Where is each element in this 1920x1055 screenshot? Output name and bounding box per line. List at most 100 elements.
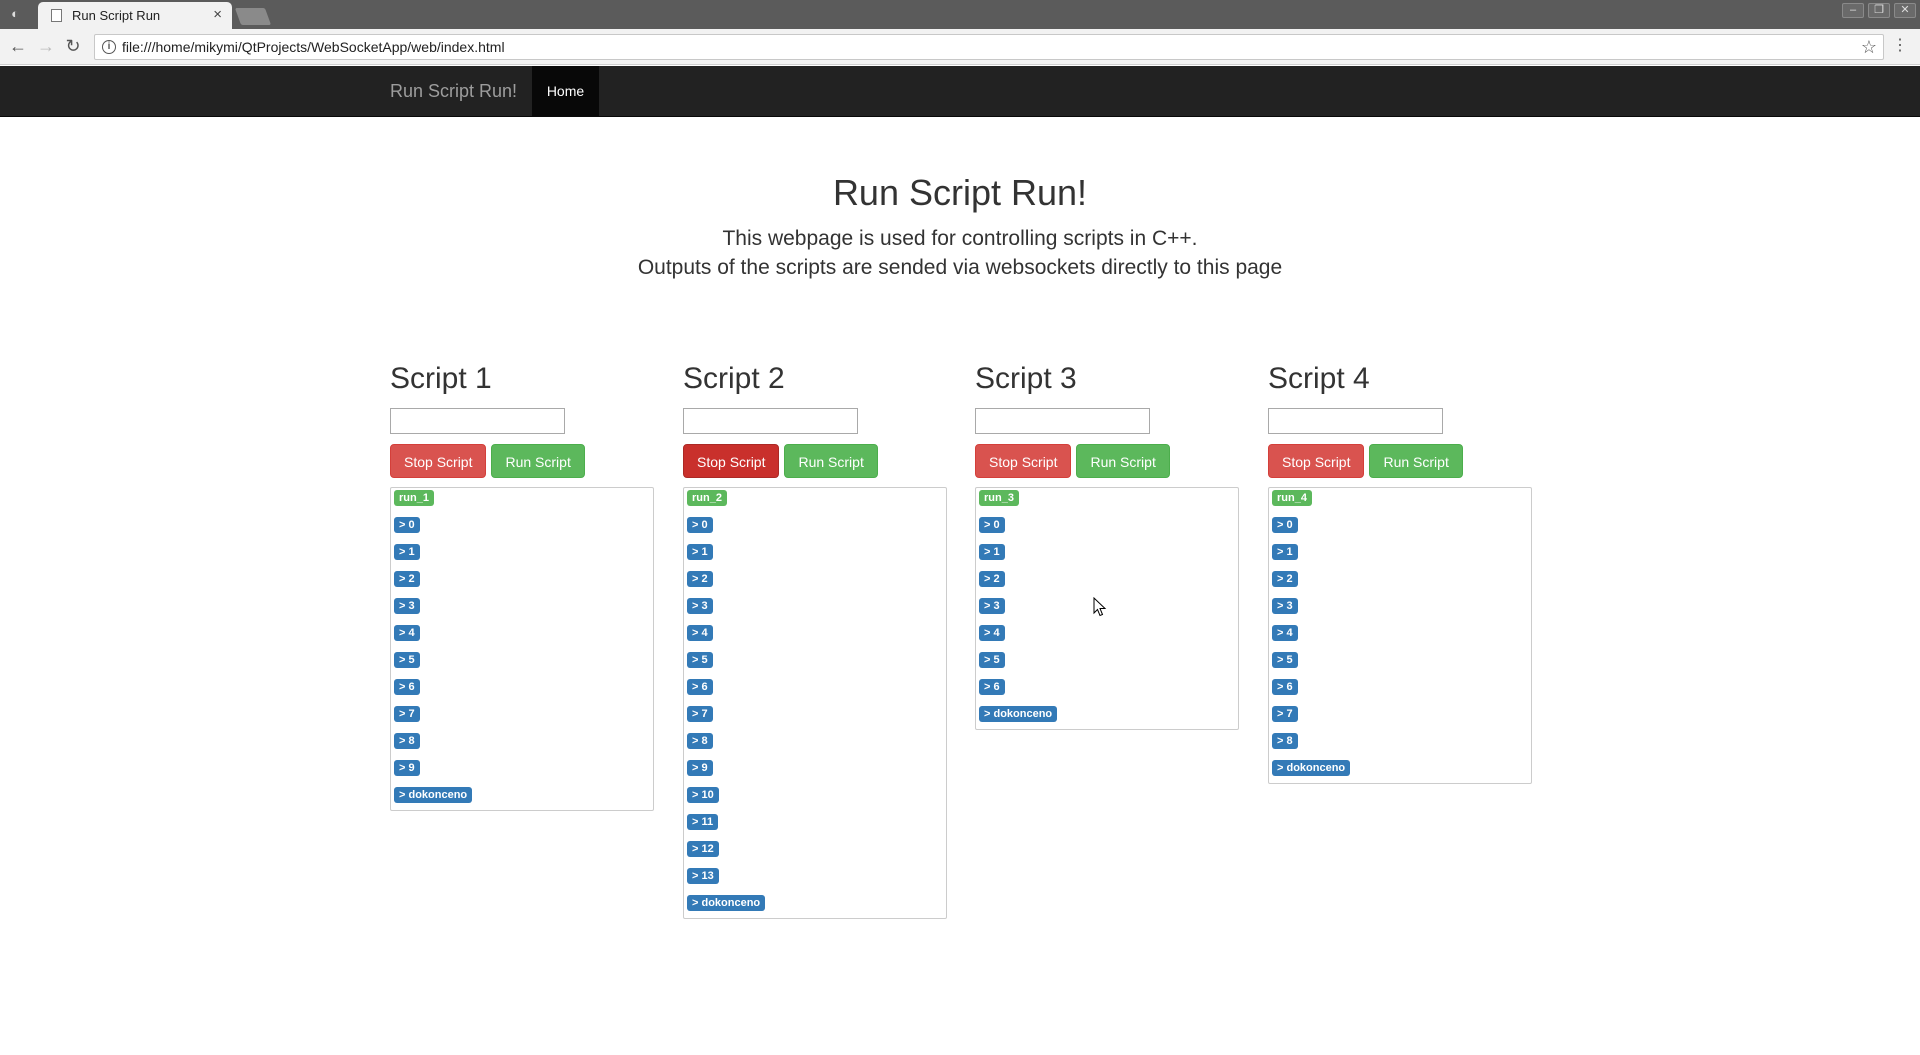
output-line-label: > 0 [979,517,1005,533]
tab-title: Run Script Run [72,8,161,23]
script-output-log: run_1 > 0 > 1 > 2 > 3 > 4 > 5 > 6 > 7 > 8 > 9 > dok… [390,487,654,811]
output-line-label: > dokonceno [394,787,473,803]
output-line-label: > 3 [687,598,713,614]
browser-menu-icon[interactable]: ⋮ [1892,36,1908,56]
script-arguments-input[interactable] [1268,408,1443,434]
output-line-label: > 2 [1272,571,1298,587]
page-description-line-1: This webpage is used for controlling scr… [722,227,1198,250]
output-line-label: > dokonceno [1272,760,1351,776]
forward-arrow-icon[interactable]: → [36,36,56,56]
script-buttons: Stop Script Run Script [683,444,947,478]
output-line-label: > 1 [394,544,420,560]
output-line-label: > 6 [394,679,420,695]
output-line-label: > 5 [394,652,420,668]
script-output-log: run_4 > 0 > 1 > 2 > 3 > 4 > 5 > 6 > 7 > 8 > dokonc… [1268,487,1532,784]
window-controls: – ❐ ✕ [1842,3,1916,18]
output-line-label: > 1 [1272,544,1298,560]
output-line-label: > 4 [687,625,713,641]
output-line-label: > 1 [979,544,1005,560]
script-arguments-input[interactable] [975,408,1150,434]
output-line-label: > 4 [394,625,420,641]
new-tab-button[interactable] [234,8,272,25]
run-script-button[interactable]: Run Script [784,444,878,478]
script-panel-1: Script 1 Stop Script Run Script run_1 > 0… [390,360,654,811]
output-line-label: > 8 [1272,733,1298,749]
run-status-label: run_4 [1272,490,1312,506]
script-arguments-input[interactable] [390,408,565,434]
output-line-label: > 2 [979,571,1005,587]
browser-tab[interactable]: Run Script Run × [38,2,232,29]
script-panel-3: Script 3 Stop Script Run Script run_3 > 0… [975,360,1239,730]
navbar-brand[interactable]: Run Script Run! [390,81,517,102]
output-line-label: > 8 [687,733,713,749]
output-line-label: > dokonceno [687,895,766,911]
script-output-log: run_2 > 0 > 1 > 2 > 3 > 4 > 5 > 6 > 7 > 8 > 9 > 10 >… [683,487,947,919]
script-panel-2: Script 2 Stop Script Run Script run_2 > 0… [683,360,947,919]
url-text[interactable]: file:///home/mikymi/QtProjects/WebSocket… [122,39,505,55]
output-line-label: > 11 [687,814,719,830]
incognito-icon: ◐ [11,6,19,21]
stop-script-button[interactable]: Stop Script [683,444,780,478]
output-line-label: > 10 [687,787,719,803]
output-line-label: > 3 [979,598,1005,614]
script-buttons: Stop Script Run Script [975,444,1239,478]
stop-script-button[interactable]: Stop Script [975,444,1072,478]
output-line-label: > 3 [1272,598,1298,614]
script-buttons: Stop Script Run Script [390,444,654,478]
script-title: Script 1 [390,362,492,395]
output-line-label: > 1 [687,544,713,560]
browser-tabstrip: ◐ Run Script Run × – ❐ ✕ [0,0,1920,29]
info-icon[interactable]: i [102,40,116,54]
output-line-label: > 9 [687,760,713,776]
tab-close-icon[interactable]: × [213,6,222,23]
reload-icon[interactable]: ↻ [63,36,83,56]
bookmark-star-icon[interactable]: ☆ [1861,37,1877,58]
output-line-label: > 5 [979,652,1005,668]
output-line-label: > 6 [979,679,1005,695]
output-line-label: > 3 [394,598,420,614]
output-line-label: > 5 [687,652,713,668]
run-script-button[interactable]: Run Script [491,444,585,478]
stop-script-button[interactable]: Stop Script [1268,444,1365,478]
output-line-label: > 4 [979,625,1005,641]
top-navbar: Run Script Run! Home [0,66,1920,117]
stop-script-button[interactable]: Stop Script [390,444,487,478]
script-output-log: run_3 > 0 > 1 > 2 > 3 > 4 > 5 > 6 > dokonceno [975,487,1239,730]
output-line-label: > 6 [687,679,713,695]
output-line-label: > 0 [1272,517,1298,533]
browser-toolbar: ← → ↻ i file:///home/mikymi/QtProjects/W… [0,29,1920,65]
script-arguments-input[interactable] [683,408,858,434]
close-window-button[interactable]: ✕ [1894,3,1916,18]
address-bar[interactable]: i file:///home/mikymi/QtProjects/WebSock… [94,34,1884,60]
output-line-label: > 5 [1272,652,1298,668]
page-favicon-icon [51,9,62,22]
output-line-label: > 12 [687,841,719,857]
script-buttons: Stop Script Run Script [1268,444,1532,478]
run-status-label: run_2 [687,490,727,506]
script-title: Script 4 [1268,362,1370,395]
back-arrow-icon[interactable]: ← [8,36,28,56]
run-status-label: run_3 [979,490,1019,506]
script-title: Script 3 [975,362,1077,395]
output-line-label: > 0 [687,517,713,533]
run-script-button[interactable]: Run Script [1076,444,1170,478]
output-line-label: > 2 [687,571,713,587]
page-description-line-2: Outputs of the scripts are sended via we… [637,256,1283,279]
script-panel-4: Script 4 Stop Script Run Script run_4 > 0… [1268,360,1532,784]
output-line-label: > 8 [394,733,420,749]
output-line-label: > 7 [687,706,713,722]
output-line-label: > 2 [394,571,420,587]
nav-home-link[interactable]: Home [532,66,599,116]
minimize-button[interactable]: – [1842,3,1864,18]
page-title: Run Script Run! [832,172,1088,213]
output-line-label: > 7 [394,706,420,722]
mouse-cursor-icon [1093,597,1107,617]
output-line-label: > 6 [1272,679,1298,695]
output-line-label: > 13 [687,868,719,884]
run-status-label: run_1 [394,490,434,506]
output-line-label: > 7 [1272,706,1298,722]
maximize-button[interactable]: ❐ [1868,3,1890,18]
output-line-label: > 4 [1272,625,1298,641]
run-script-button[interactable]: Run Script [1369,444,1463,478]
output-line-label: > 0 [394,517,420,533]
